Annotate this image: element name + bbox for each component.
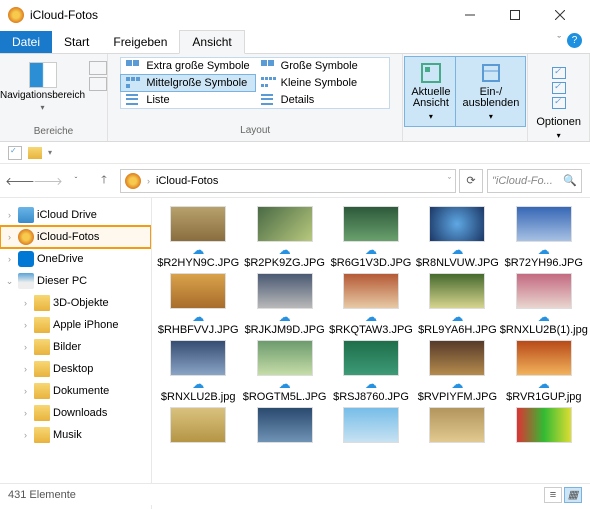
file-grid[interactable]: ☁$R2HYN9C.JPG☁$R2PK9ZG.JPG☁$R6G1V3D.JPG☁… [152, 198, 590, 509]
tree-item[interactable]: ›Downloads [0, 402, 151, 424]
group-label: Layout [240, 123, 270, 138]
tree-item[interactable]: ›3D-Objekte [0, 292, 151, 314]
refresh-button[interactable]: ⟳ [459, 169, 483, 193]
group-label: Bereiche [34, 124, 73, 139]
address-bar-row: 🡐 🡒 ˇ 🡑 › iCloud-Fotos ˇ ⟳ "iCloud-Fo...… [0, 164, 590, 198]
file-item[interactable]: ☁$R72YH96.JPG [502, 206, 586, 269]
file-item[interactable]: ☁$RKQTAW3.JPG [329, 273, 413, 336]
navigation-pane-button[interactable]: Navigationsbereich ▾ [0, 58, 85, 112]
folder-icon [28, 147, 42, 159]
file-item[interactable]: ☁$RHBFVVJ.JPG [156, 273, 240, 336]
cloud-icon: ☁ [538, 378, 550, 390]
breadcrumb[interactable]: iCloud-Fotos [156, 175, 218, 187]
file-item[interactable]: ☁$ROGTM5L.JPG [242, 340, 326, 403]
address-bar[interactable]: › iCloud-Fotos ˇ [120, 169, 456, 193]
tree-item[interactable]: ›Desktop [0, 358, 151, 380]
tree-item[interactable]: ›Apple iPhone [0, 314, 151, 336]
file-item[interactable] [329, 407, 413, 443]
cloud-icon: ☁ [538, 311, 550, 323]
file-item[interactable]: ☁$R6G1V3D.JPG [329, 206, 413, 269]
window-title: iCloud-Fotos [30, 8, 447, 22]
cloud-icon: ☁ [279, 244, 291, 256]
file-item[interactable]: ☁$RSJ8760.JPG [329, 340, 413, 403]
layout-list[interactable]: Liste [121, 92, 254, 108]
cloud-icon: ☁ [192, 378, 204, 390]
current-view-button[interactable]: Aktuelle Ansicht▾ [405, 57, 456, 126]
app-icon [8, 7, 24, 23]
file-item[interactable]: ☁$RL9YA6H.JPG [415, 273, 499, 336]
tree-item[interactable]: ›OneDrive [0, 248, 151, 270]
help-icon[interactable]: ? [567, 33, 582, 48]
layout-large[interactable]: Große Symbole [256, 58, 389, 74]
cloud-icon: ☁ [451, 244, 463, 256]
tab-file[interactable]: Datei [0, 31, 52, 53]
minimize-button[interactable] [447, 1, 492, 29]
layout-details[interactable]: Details [256, 92, 389, 108]
search-input[interactable]: "iCloud-Fo... 🔍 [487, 169, 582, 193]
file-item[interactable]: ☁$RVR1GUP.jpg [502, 340, 586, 403]
tab-share[interactable]: Freigeben [101, 31, 179, 53]
cloud-icon: ☁ [451, 311, 463, 323]
layout-medium[interactable]: Mittelgroße Symbole [121, 75, 254, 91]
file-item[interactable] [502, 407, 586, 443]
view-details-switch[interactable]: ≡ [544, 487, 562, 503]
qat-dropdown[interactable]: ▾ [48, 148, 52, 157]
checkbox-toggle[interactable]: ✓ [8, 146, 22, 160]
cloud-icon: ☁ [538, 244, 550, 256]
cloud-icon: ☁ [192, 311, 204, 323]
tree-item[interactable]: ›Dokumente [0, 380, 151, 402]
show-hide-button[interactable]: Ein-/ ausblenden▾ [456, 57, 525, 126]
tree-item[interactable]: ›iCloud Drive [0, 204, 151, 226]
cloud-icon: ☁ [365, 244, 377, 256]
cloud-icon: ☁ [279, 311, 291, 323]
file-item[interactable] [415, 407, 499, 443]
file-item[interactable]: ☁$R2HYN9C.JPG [156, 206, 240, 269]
quick-access-bar: ✓ ▾ [0, 142, 590, 164]
details-pane-button[interactable] [89, 77, 107, 91]
view-icons-switch[interactable]: ▦ [564, 487, 582, 503]
preview-pane-button[interactable] [89, 61, 107, 75]
search-icon: 🔍 [563, 174, 577, 187]
status-bar: 431 Elemente ≡ ▦ [0, 483, 590, 505]
options-button[interactable]: Optionen▾ [530, 57, 587, 145]
file-item[interactable]: ☁$R2PK9ZG.JPG [242, 206, 326, 269]
file-item[interactable]: ☁$RVPIYFM.JPG [415, 340, 499, 403]
layout-small[interactable]: Kleine Symbole [256, 75, 389, 91]
layout-extra-large[interactable]: Extra große Symbole [121, 58, 254, 74]
tree-item[interactable]: ⌄Dieser PC [0, 270, 151, 292]
tab-start[interactable]: Start [52, 31, 101, 53]
file-item[interactable]: ☁$RJKJM9D.JPG [242, 273, 326, 336]
up-button[interactable]: 🡑 [92, 169, 116, 193]
tree-item[interactable]: ›Musik [0, 424, 151, 446]
file-item[interactable]: ☁$R8NLVUW.JPG [415, 206, 499, 269]
ribbon: Navigationsbereich ▾ Bereiche Extra groß… [0, 54, 590, 142]
cloud-icon: ☁ [365, 378, 377, 390]
cloud-icon: ☁ [365, 311, 377, 323]
tree-item[interactable]: ›iCloud-Fotos [0, 226, 151, 248]
location-icon [125, 173, 141, 189]
forward-button[interactable]: 🡒 [36, 169, 60, 193]
back-button[interactable]: 🡐 [8, 169, 32, 193]
maximize-button[interactable] [492, 1, 537, 29]
cloud-icon: ☁ [192, 244, 204, 256]
cloud-icon: ☁ [279, 378, 291, 390]
file-item[interactable]: ☁$RNXLU2B(1).jpg [502, 273, 586, 336]
tab-view[interactable]: Ansicht [179, 30, 244, 54]
ribbon-tabs: Datei Start Freigeben Ansicht ˇ ? [0, 30, 590, 54]
file-item[interactable] [242, 407, 326, 443]
tree-view[interactable]: ›iCloud Drive›iCloud-Fotos›OneDrive⌄Dies… [0, 198, 152, 509]
item-count: 431 Elemente [8, 489, 76, 501]
layout-gallery[interactable]: Extra große Symbole Große Symbole Mittel… [120, 57, 390, 109]
file-item[interactable]: ☁$RNXLU2B.jpg [156, 340, 240, 403]
file-item[interactable] [156, 407, 240, 443]
close-button[interactable] [537, 1, 582, 29]
collapse-ribbon-icon[interactable]: ˇ [557, 35, 561, 47]
tree-item[interactable]: ›Bilder [0, 336, 151, 358]
titlebar: iCloud-Fotos [0, 0, 590, 30]
cloud-icon: ☁ [451, 378, 463, 390]
recent-dropdown[interactable]: ˇ [64, 169, 88, 193]
address-dropdown-icon[interactable]: ˇ [448, 176, 451, 186]
